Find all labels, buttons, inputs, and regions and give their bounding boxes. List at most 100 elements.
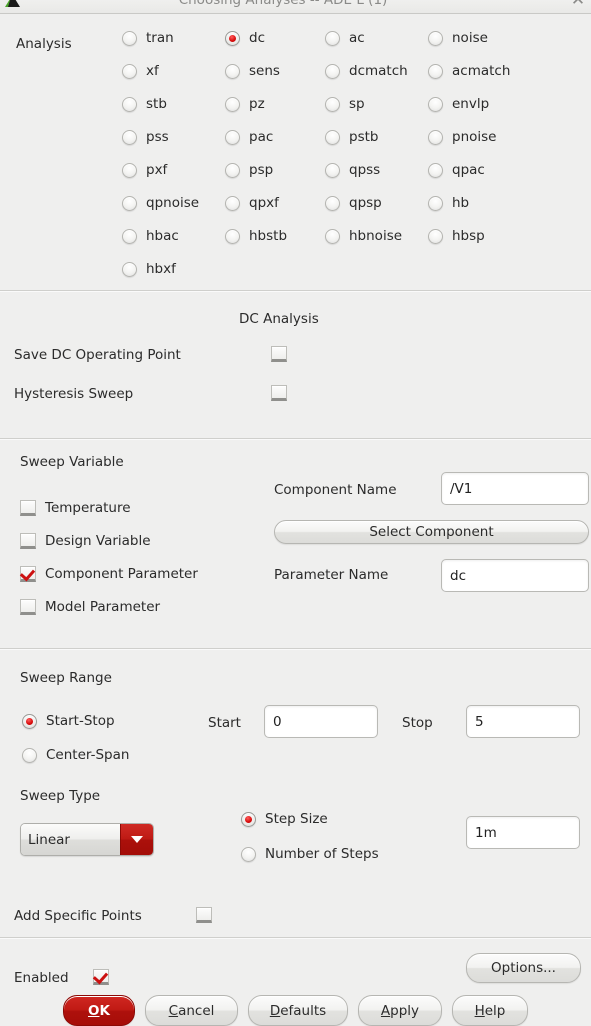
- close-icon[interactable]: ✕: [565, 0, 591, 13]
- analysis-option-hbstb[interactable]: hbstb: [225, 228, 287, 244]
- sweep-variable-option-design-variable[interactable]: Design Variable: [20, 533, 151, 549]
- select-component-button[interactable]: Select Component: [274, 520, 589, 544]
- analysis-option-psp[interactable]: psp: [225, 162, 273, 178]
- analysis-radio-pxf[interactable]: [122, 162, 137, 178]
- analysis-option-sens[interactable]: sens: [225, 63, 280, 79]
- analysis-option-pnoise[interactable]: pnoise: [428, 129, 496, 145]
- sweep-variable-checkbox-temperature[interactable]: [20, 500, 36, 516]
- analysis-radio-pnoise[interactable]: [428, 129, 443, 145]
- sweep-variable-checkbox-design-variable[interactable]: [20, 533, 36, 549]
- step-size-option[interactable]: Step Size: [241, 811, 328, 827]
- analysis-option-acmatch[interactable]: acmatch: [428, 63, 510, 79]
- analysis-radio-pz[interactable]: [225, 96, 240, 112]
- defaults-button-label: efaults: [280, 1002, 327, 1019]
- analysis-option-pss[interactable]: pss: [122, 129, 169, 145]
- analysis-radio-noise[interactable]: [428, 30, 443, 46]
- analysis-radio-label-qpxf: qpxf: [249, 195, 279, 211]
- analysis-option-hbac[interactable]: hbac: [122, 228, 179, 244]
- center-span-radio[interactable]: [22, 747, 37, 763]
- analysis-option-dc[interactable]: dc: [225, 30, 265, 46]
- analysis-radio-ac[interactable]: [325, 30, 340, 46]
- sweep-variable-option-component-parameter[interactable]: Component Parameter: [20, 566, 198, 582]
- analysis-radio-hbnoise[interactable]: [325, 228, 340, 244]
- analysis-radio-tran[interactable]: [122, 30, 137, 46]
- analysis-radio-pac[interactable]: [225, 129, 240, 145]
- analysis-radio-sens[interactable]: [225, 63, 240, 79]
- chevron-down-icon[interactable]: [120, 824, 153, 855]
- analysis-radio-stb[interactable]: [122, 96, 137, 112]
- component-name-input[interactable]: /V1: [441, 472, 589, 505]
- analysis-radio-psp[interactable]: [225, 162, 240, 178]
- analysis-option-sp[interactable]: sp: [325, 96, 365, 112]
- analysis-radio-pss[interactable]: [122, 129, 137, 145]
- analysis-radio-hbsp[interactable]: [428, 228, 443, 244]
- cancel-button[interactable]: Cancel: [145, 995, 238, 1026]
- apply-button[interactable]: Apply: [358, 995, 442, 1026]
- sweep-type-dropdown[interactable]: Linear: [20, 823, 154, 856]
- analysis-radio-qpxf[interactable]: [225, 195, 240, 211]
- hysteresis-sweep-checkbox[interactable]: [271, 385, 287, 401]
- dc-analysis-heading: DC Analysis: [239, 311, 319, 327]
- analysis-radio-qpnoise[interactable]: [122, 195, 137, 211]
- analysis-radio-hbstb[interactable]: [225, 228, 240, 244]
- analysis-radio-qpsp[interactable]: [325, 195, 340, 211]
- window-titlebar[interactable]: Choosing Analyses -- ADE L (1) ✕: [0, 0, 591, 14]
- analysis-option-pstb[interactable]: pstb: [325, 129, 378, 145]
- sweep-variable-option-model-parameter[interactable]: Model Parameter: [20, 599, 160, 615]
- analysis-radio-envlp[interactable]: [428, 96, 443, 112]
- analysis-radio-hb[interactable]: [428, 195, 443, 211]
- analysis-section: Analysis tran dc ac noise xf sens dcmatch acmat…: [0, 14, 591, 290]
- window-title: Choosing Analyses -- ADE L (1): [178, 0, 388, 8]
- add-specific-points-checkbox[interactable]: [196, 907, 212, 923]
- analysis-option-qpac[interactable]: qpac: [428, 162, 485, 178]
- analysis-option-stb[interactable]: stb: [122, 96, 167, 112]
- enabled-checkbox[interactable]: [93, 969, 109, 985]
- sweep-variable-checkbox-component-parameter[interactable]: [20, 566, 36, 582]
- analysis-radio-hbxf[interactable]: [122, 261, 137, 277]
- enabled-label: Enabled: [14, 970, 69, 986]
- analysis-option-pac[interactable]: pac: [225, 129, 273, 145]
- start-stop-option[interactable]: Start-Stop: [22, 713, 115, 729]
- parameter-name-input[interactable]: dc: [441, 559, 589, 592]
- save-dc-operating-point-checkbox[interactable]: [271, 346, 287, 362]
- analysis-option-qpss[interactable]: qpss: [325, 162, 380, 178]
- analysis-radio-pstb[interactable]: [325, 129, 340, 145]
- start-stop-radio[interactable]: [22, 713, 37, 729]
- center-span-option[interactable]: Center-Span: [22, 747, 129, 763]
- analysis-radio-dc[interactable]: [225, 30, 240, 46]
- analysis-radio-qpac[interactable]: [428, 162, 443, 178]
- analysis-option-hb[interactable]: hb: [428, 195, 469, 211]
- analysis-option-tran[interactable]: tran: [122, 30, 174, 46]
- analysis-option-dcmatch[interactable]: dcmatch: [325, 63, 408, 79]
- step-value-input[interactable]: 1m: [466, 816, 580, 849]
- start-input[interactable]: 0: [264, 705, 378, 738]
- ok-button[interactable]: OK: [63, 995, 135, 1026]
- sweep-variable-option-temperature[interactable]: Temperature: [20, 500, 131, 516]
- analysis-option-qpxf[interactable]: qpxf: [225, 195, 279, 211]
- analysis-radio-hbac[interactable]: [122, 228, 137, 244]
- analysis-option-hbsp[interactable]: hbsp: [428, 228, 485, 244]
- analysis-option-ac[interactable]: ac: [325, 30, 365, 46]
- analysis-radio-xf[interactable]: [122, 63, 137, 79]
- analysis-option-envlp[interactable]: envlp: [428, 96, 489, 112]
- analysis-radio-sp[interactable]: [325, 96, 340, 112]
- analysis-radio-dcmatch[interactable]: [325, 63, 340, 79]
- analysis-option-qpnoise[interactable]: qpnoise: [122, 195, 199, 211]
- stop-input[interactable]: 5: [466, 705, 580, 738]
- sweep-variable-checkbox-model-parameter[interactable]: [20, 599, 36, 615]
- analysis-option-noise[interactable]: noise: [428, 30, 488, 46]
- analysis-option-hbnoise[interactable]: hbnoise: [325, 228, 402, 244]
- step-size-radio[interactable]: [241, 811, 256, 827]
- number-of-steps-radio[interactable]: [241, 846, 256, 862]
- defaults-button[interactable]: Defaults: [248, 995, 348, 1026]
- analysis-option-pz[interactable]: pz: [225, 96, 265, 112]
- analysis-option-xf[interactable]: xf: [122, 63, 159, 79]
- analysis-option-qpsp[interactable]: qpsp: [325, 195, 382, 211]
- analysis-radio-acmatch[interactable]: [428, 63, 443, 79]
- options-button[interactable]: Options...: [466, 953, 581, 983]
- analysis-option-pxf[interactable]: pxf: [122, 162, 167, 178]
- help-button[interactable]: Help: [452, 995, 528, 1026]
- analysis-option-hbxf[interactable]: hbxf: [122, 261, 176, 277]
- analysis-radio-qpss[interactable]: [325, 162, 340, 178]
- number-of-steps-option[interactable]: Number of Steps: [241, 846, 379, 862]
